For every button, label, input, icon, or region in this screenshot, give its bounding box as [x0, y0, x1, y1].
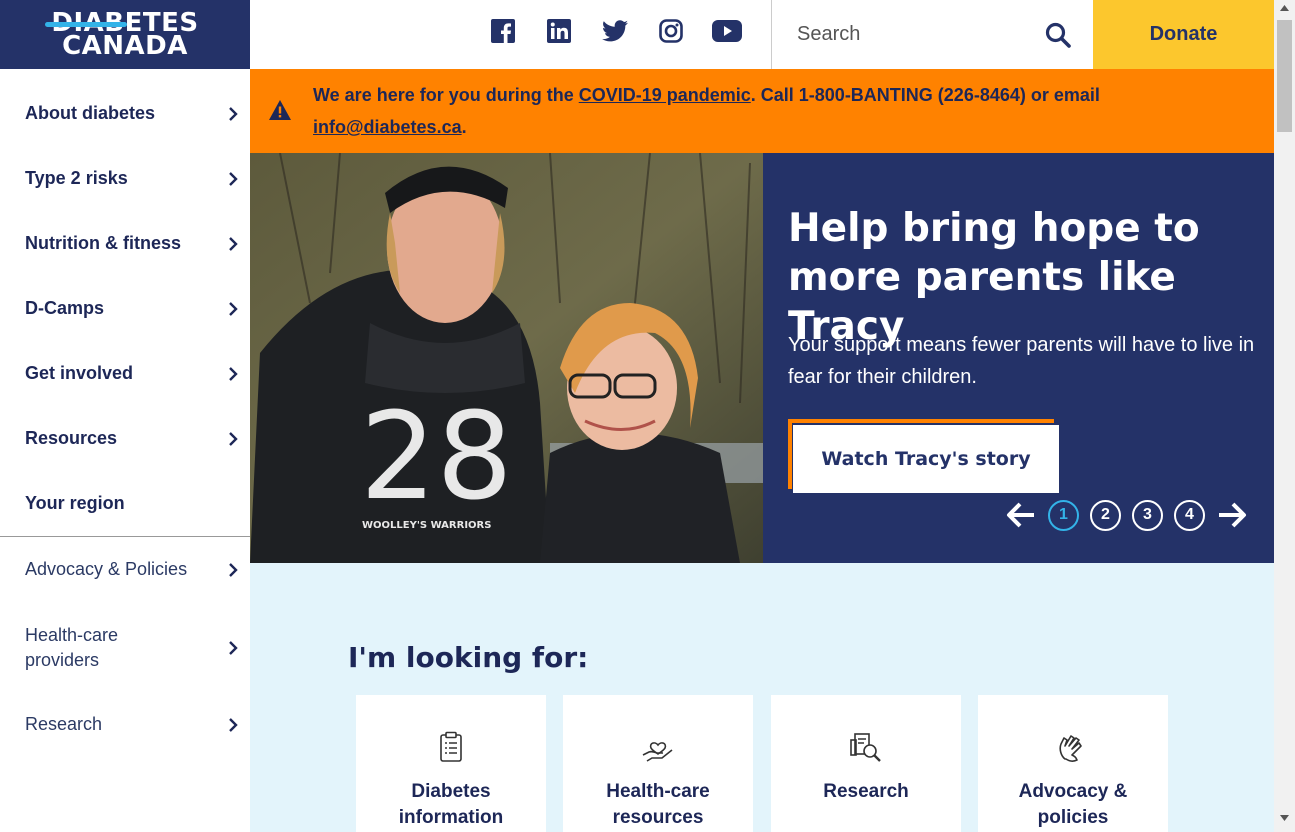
chevron-right-icon [229, 562, 238, 577]
arrow-right-icon[interactable] [1216, 499, 1248, 531]
carousel-dot-2[interactable]: 2 [1090, 499, 1121, 531]
sidebar-item-type-2-risks[interactable]: Type 2 risks [0, 146, 250, 211]
heart-hand-icon [641, 729, 675, 765]
warning-icon [268, 99, 292, 126]
covid-link[interactable]: COVID-19 pandemic [579, 85, 751, 105]
sidebar-item-label: Nutrition & fitness [25, 233, 181, 253]
arrow-left-icon[interactable] [1005, 499, 1037, 531]
youtube-icon[interactable] [712, 16, 742, 46]
looking-for-title: I'm looking for: [348, 641, 589, 674]
card-advocacy-policies[interactable]: Advocacy & policies [978, 695, 1168, 832]
clipboard-icon [434, 729, 468, 765]
alert-text-before: We are here for you during the [313, 85, 579, 105]
sidebar-item-nutrition-fitness[interactable]: Nutrition & fitness [0, 211, 250, 276]
looking-for-section: I'm looking for: Diabetes information He… [250, 563, 1274, 832]
top-header: Donate [250, 0, 1274, 69]
linkedin-icon[interactable] [544, 16, 574, 46]
search-icon[interactable] [1043, 20, 1073, 50]
card-diabetes-information[interactable]: Diabetes information [356, 695, 546, 832]
sidebar-item-your-region[interactable]: Your region [0, 471, 250, 536]
sidebar-item-get-involved[interactable]: Get involved [0, 341, 250, 406]
chevron-right-icon [229, 640, 238, 655]
card-label: Research [823, 781, 909, 802]
alert-text-line-1: We are here for you during the COVID-19 … [313, 85, 1100, 106]
card-label: Diabetes information [398, 781, 504, 828]
card-research[interactable]: Research [771, 695, 961, 832]
raised-hand-icon [1056, 729, 1090, 765]
sidebar-item-about-diabetes[interactable]: About diabetes [0, 81, 250, 146]
card-health-care-resources[interactable]: Health-care resources [563, 695, 753, 832]
card-label: Health-care resources [606, 781, 710, 828]
hero-panel: Help bring hope to more parents like Tra… [763, 153, 1274, 563]
page: DIABETES CANADA D [0, 0, 1295, 832]
alert-text-after: . Call 1-800-BANTING (226-8464) or email [750, 85, 1100, 105]
sidebar-item-research[interactable]: Research [0, 692, 250, 757]
search-input[interactable] [772, 0, 1032, 69]
sidebar-item-label: D-Camps [25, 298, 105, 318]
hero-photo: 28 WOOLLEY'S WARRIORS [250, 153, 763, 563]
alert-text-line-2: info@diabetes.ca. [313, 117, 467, 138]
page-scrollbar[interactable] [1274, 0, 1295, 832]
carousel-dot-3[interactable]: 3 [1132, 499, 1163, 531]
chevron-right-icon [229, 431, 238, 446]
sidebar-nav: About diabetes Type 2 risks Nutrition & … [0, 69, 250, 832]
watch-story-button[interactable]: Watch Tracy's story [793, 425, 1059, 493]
sidebar-item-advocacy-policies[interactable]: Advocacy & Policies [0, 537, 250, 602]
sidebar-item-label: About diabetes [25, 103, 156, 123]
carousel-dot-1[interactable]: 1 [1048, 499, 1079, 531]
social-links [488, 16, 742, 46]
sidebar-item-d-camps[interactable]: D-Camps [0, 276, 250, 341]
carousel-controls: 1 2 3 4 [1005, 499, 1248, 531]
chevron-right-icon [229, 717, 238, 732]
logo-line-1: DIABETES [45, 7, 199, 38]
sidebar-item-label: Type 2 risks [25, 168, 128, 188]
chevron-right-icon [229, 366, 238, 381]
email-link[interactable]: info@diabetes.ca [313, 117, 462, 137]
sidebar-item-label: Advocacy & Policies [25, 559, 188, 579]
chevron-right-icon [229, 301, 238, 316]
sidebar-item-health-care-providers[interactable]: Health-care providers [0, 615, 250, 680]
donate-button[interactable]: Donate [1093, 0, 1274, 69]
covid-alert-banner: We are here for you during the COVID-19 … [250, 69, 1274, 153]
sidebar-item-resources[interactable]: Resources [0, 406, 250, 471]
scroll-up-arrow-icon[interactable] [1274, 5, 1295, 17]
shirt-number: 28 [360, 388, 513, 527]
hero-text: Your support means fewer parents will ha… [788, 334, 1255, 388]
chevron-right-icon [229, 106, 238, 121]
twitter-icon[interactable] [600, 16, 630, 46]
sidebar-item-label: Resources [25, 428, 118, 448]
sidebar-item-label: Research [25, 714, 103, 734]
search-box [771, 0, 1093, 69]
sidebar-item-label: Your region [25, 493, 125, 513]
facebook-icon[interactable] [488, 16, 518, 46]
chevron-right-icon [229, 171, 238, 186]
alert-text-end: . [461, 117, 467, 137]
sidebar-item-label: Get involved [25, 363, 134, 383]
instagram-icon[interactable] [656, 16, 686, 46]
shirt-text: WOOLLEY'S WARRIORS [362, 520, 491, 531]
chevron-right-icon [229, 236, 238, 251]
scrollbar-thumb[interactable] [1277, 20, 1292, 132]
research-search-icon [849, 729, 883, 765]
logo-line-2: CANADA [62, 30, 188, 61]
scroll-down-arrow-icon[interactable] [1274, 815, 1295, 827]
diabetes-canada-logo[interactable]: DIABETES CANADA [0, 0, 250, 69]
carousel-dot-4[interactable]: 4 [1174, 499, 1205, 531]
sidebar-item-label: Health-care providers [25, 624, 119, 670]
card-label: Advocacy & policies [1018, 781, 1128, 828]
